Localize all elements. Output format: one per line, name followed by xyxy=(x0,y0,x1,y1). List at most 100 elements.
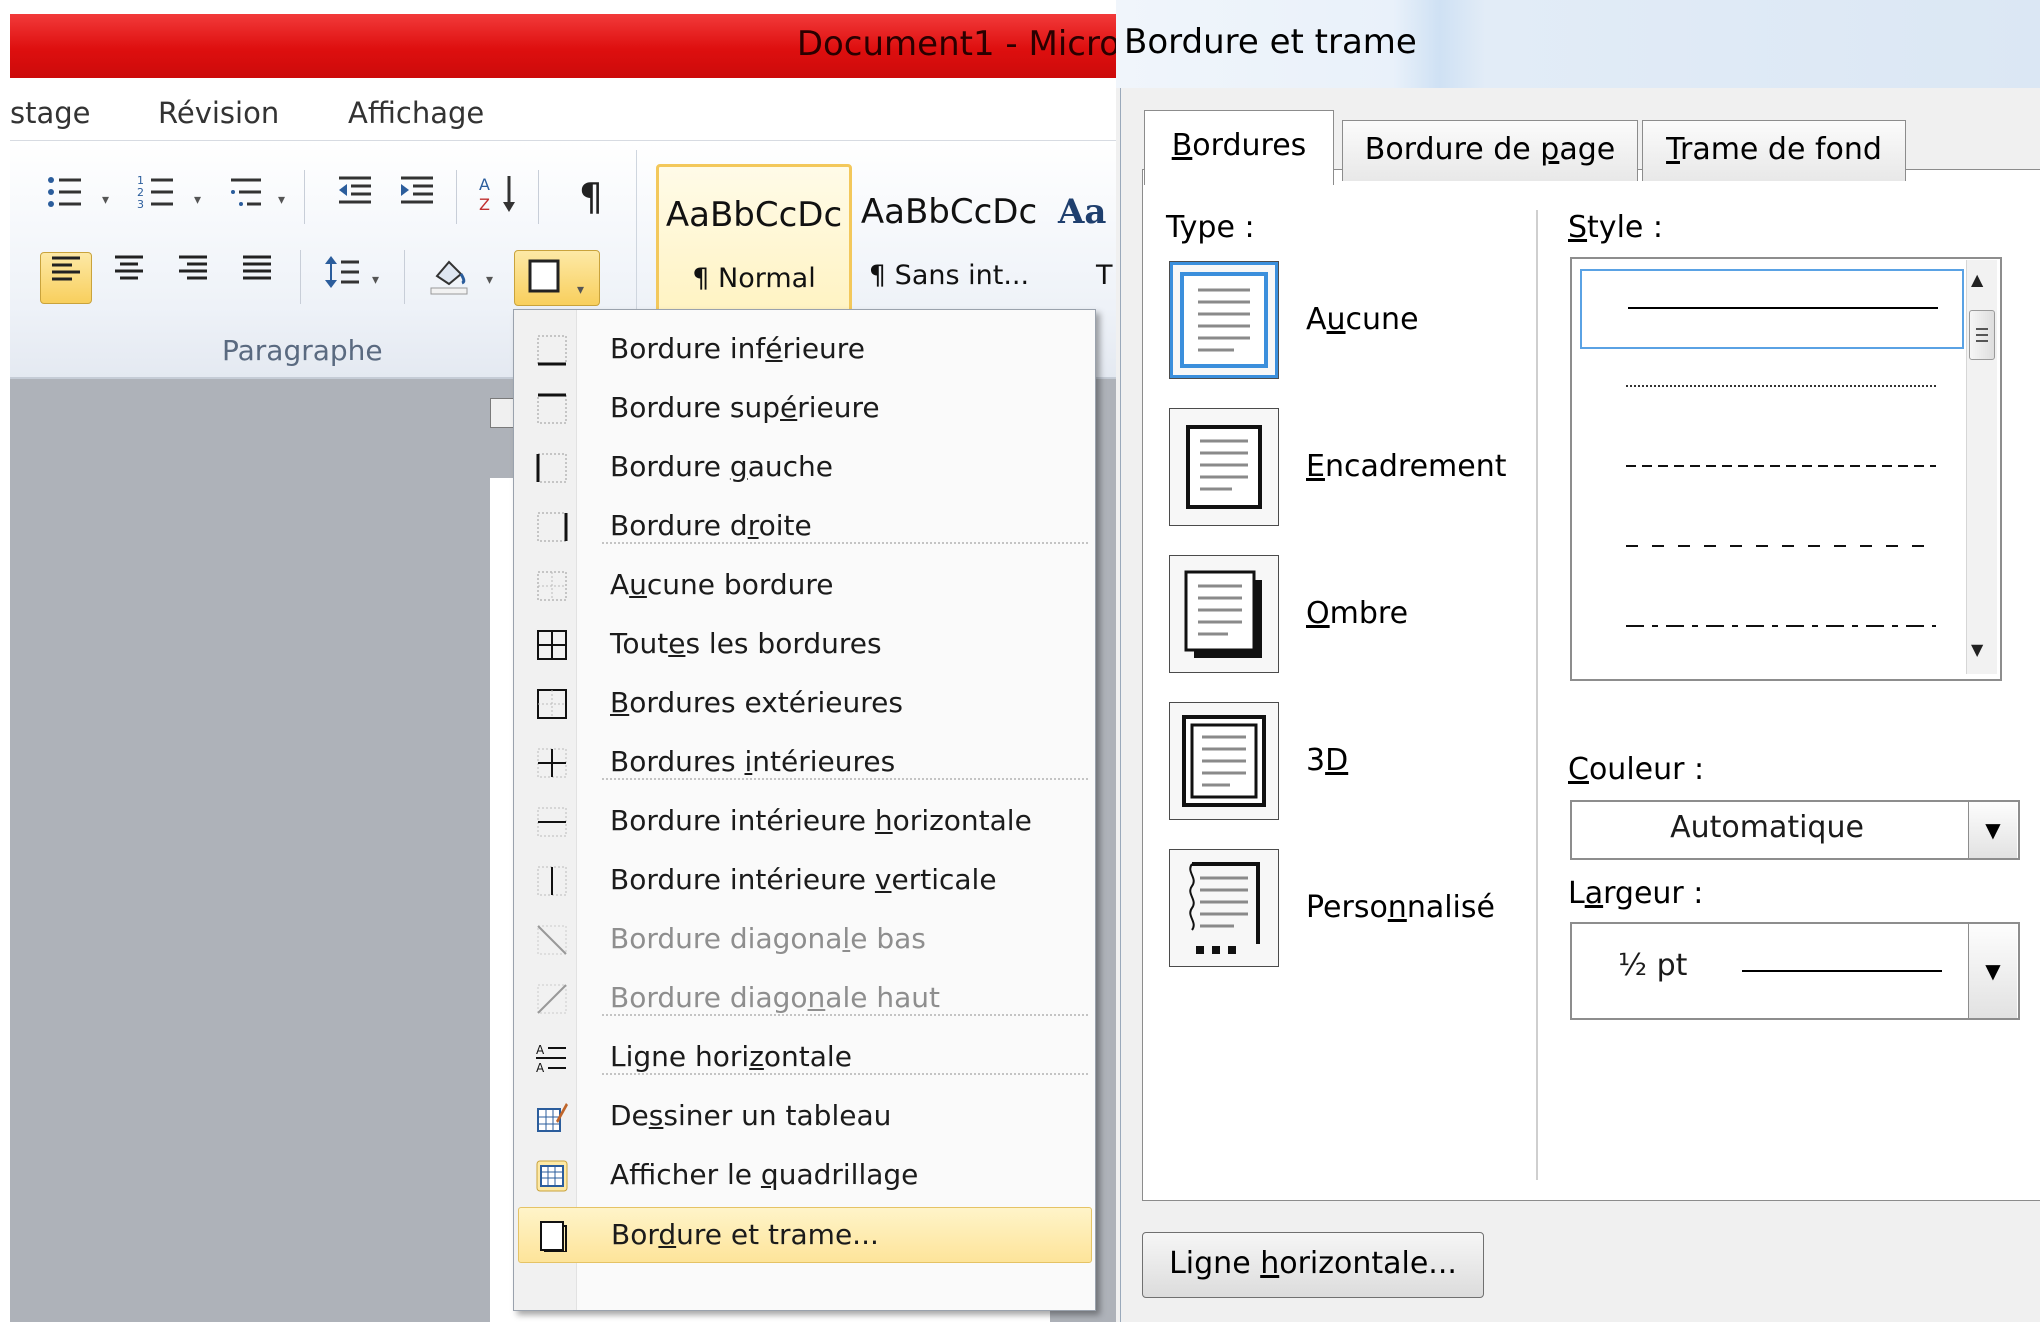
menu-item[interactable]: Bordure supérieure xyxy=(518,381,1090,435)
multilevel-dropdown-icon[interactable]: ▾ xyxy=(278,192,285,208)
type-aucune-label[interactable]: Aucune xyxy=(1306,302,1419,337)
ruler-tab-selector[interactable] xyxy=(490,398,514,428)
style-listbox[interactable] xyxy=(1570,257,2002,681)
menu-item-label: Aucune bordure xyxy=(610,568,834,601)
align-center-icon[interactable] xyxy=(104,252,154,302)
menu-item-label: Bordure diagonale haut xyxy=(610,981,940,1014)
type-3d-icon[interactable] xyxy=(1169,702,1279,820)
sort-icon[interactable]: AZ xyxy=(476,172,526,222)
style-label: Style : xyxy=(1568,210,1663,245)
numbering-icon[interactable]: 123 xyxy=(132,172,182,222)
color-dropdown-icon[interactable]: ▼ xyxy=(1968,802,2017,858)
line-spacing-dropdown-icon[interactable]: ▾ xyxy=(372,272,379,288)
bullets-dropdown-icon[interactable]: ▾ xyxy=(102,192,109,208)
color-select[interactable]: Automatique ▼ xyxy=(1570,800,2020,860)
type-3d-label[interactable]: 3D xyxy=(1306,743,1348,778)
line-spacing-icon[interactable] xyxy=(318,252,368,302)
shading-icon[interactable] xyxy=(424,252,474,302)
menu-item-label: Afficher le quadrillage xyxy=(610,1158,919,1191)
align-right-icon[interactable] xyxy=(168,252,218,302)
type-aucune-icon[interactable] xyxy=(1169,261,1279,379)
menu-item-label: Bordures intérieures xyxy=(610,745,896,778)
horizontal-line-button[interactable]: Ligne horizontale... xyxy=(1142,1232,1484,1298)
line-sample xyxy=(1628,307,1938,309)
width-label: Largeur : xyxy=(1568,876,1704,911)
menu-item: Bordure diagonale bas xyxy=(518,912,1090,966)
toolbar-separator xyxy=(304,170,305,224)
width-value: ½ pt xyxy=(1618,948,1688,983)
word-window: Document1 - Micro stage Révision Afficha… xyxy=(0,0,1120,1322)
menu-item-label: Bordure droite xyxy=(610,509,812,542)
type-personnalise-icon[interactable] xyxy=(1169,849,1279,967)
line-sample xyxy=(1626,465,1936,467)
menu-item[interactable]: Aucune bordure xyxy=(518,558,1090,612)
line-sample xyxy=(1626,385,1936,387)
menu-item[interactable]: Bordure droite xyxy=(518,499,1090,553)
menu-item[interactable]: A A Ligne horizontale xyxy=(518,1030,1090,1084)
style-option-dotted[interactable] xyxy=(1580,349,1960,425)
style-name: ¶ Sans int... xyxy=(868,260,1030,291)
tab-mise-en-page[interactable]: stage xyxy=(10,96,91,130)
style-option-dash-dot[interactable] xyxy=(1580,589,1960,665)
type-encadrement-icon[interactable] xyxy=(1169,408,1279,526)
tab-revision[interactable]: Révision xyxy=(158,96,279,130)
scroll-up-icon[interactable]: ▲ xyxy=(1971,270,1983,289)
menu-item-label: Bordure supérieure xyxy=(610,391,880,424)
menu-item[interactable]: Bordure gauche xyxy=(518,440,1090,494)
menu-item[interactable]: Afficher le quadrillage xyxy=(518,1148,1090,1202)
style-option-solid[interactable] xyxy=(1580,269,1964,349)
panel-separator xyxy=(1536,210,1538,1180)
menu-item[interactable]: Bordures extérieures xyxy=(518,676,1090,730)
tab-bordure-de-page[interactable]: Bordure de page xyxy=(1342,120,1638,181)
window-title: Document1 - Micro xyxy=(796,24,1120,64)
increase-indent-icon[interactable] xyxy=(392,172,442,222)
menu-item[interactable]: Dessiner un tableau xyxy=(518,1089,1090,1143)
tab-trame-de-fond[interactable]: Trame de fond xyxy=(1642,120,1906,181)
svg-text:A: A xyxy=(479,175,490,194)
justify-icon[interactable] xyxy=(232,252,282,302)
multilevel-list-icon[interactable] xyxy=(222,172,272,222)
pilcrow-icon[interactable]: ¶ xyxy=(566,172,616,222)
width-select[interactable]: ½ pt ▼ xyxy=(1570,922,2020,1020)
border-top-icon xyxy=(536,393,568,425)
tab-bordures[interactable]: Bordures xyxy=(1144,110,1334,185)
type-ombre-label[interactable]: Ombre xyxy=(1306,596,1408,631)
style-sans-interligne[interactable]: AaBbCcDc ¶ Sans int... xyxy=(854,164,1044,310)
borders-dropdown-icon[interactable]: ▾ xyxy=(577,265,584,315)
numbering-dropdown-icon[interactable]: ▾ xyxy=(194,192,201,208)
tab-accel: T xyxy=(1666,132,1680,167)
borders-menu: Bordure inférieure Bordure supérieure Bord… xyxy=(513,309,1096,1311)
scroll-thumb[interactable] xyxy=(1969,310,1995,360)
width-dropdown-icon[interactable]: ▼ xyxy=(1968,924,2017,1018)
type-encadrement-label[interactable]: Encadrement xyxy=(1306,449,1507,484)
all-borders-icon xyxy=(536,629,568,661)
tab-label: rame de fond xyxy=(1679,132,1882,167)
align-left-icon[interactable] xyxy=(40,252,92,304)
scroll-down-icon[interactable]: ▼ xyxy=(1971,640,1983,659)
inside-vertical-border-icon xyxy=(536,865,568,897)
title-bar: Document1 - Micro xyxy=(10,14,1120,78)
inside-horizontal-border-icon xyxy=(536,806,568,838)
borders-button[interactable]: ▾ xyxy=(514,250,600,306)
style-option-dashed-large[interactable] xyxy=(1580,509,1960,585)
style-sample: AaBbCcDc xyxy=(665,195,843,235)
menu-item[interactable]: Bordures intérieures xyxy=(518,735,1090,789)
style-scrollbar[interactable]: ▲ ▼ xyxy=(1966,260,1997,674)
style-option-dashed-small[interactable] xyxy=(1580,429,1960,505)
menu-item[interactable]: Bordure inférieure xyxy=(518,322,1090,376)
line-sample xyxy=(1626,625,1936,627)
menu-item: Bordure diagonale haut xyxy=(518,971,1090,1025)
type-ombre-icon[interactable] xyxy=(1169,555,1279,673)
decrease-indent-icon[interactable] xyxy=(330,172,380,222)
menu-item[interactable]: Bordure intérieure verticale xyxy=(518,853,1090,907)
menu-item[interactable]: Toutes les bordures xyxy=(518,617,1090,671)
bullets-icon[interactable] xyxy=(40,172,90,222)
menu-item[interactable]: Bordure intérieure horizontale xyxy=(518,794,1090,848)
shading-dropdown-icon[interactable]: ▾ xyxy=(486,272,493,288)
style-title[interactable]: Aa T xyxy=(1052,164,1120,310)
menu-item[interactable]: Bordure et trame... xyxy=(518,1207,1092,1263)
tab-affichage[interactable]: Affichage xyxy=(348,96,484,130)
inside-borders-icon xyxy=(536,747,568,779)
style-normal[interactable]: AaBbCcDc ¶ Normal xyxy=(656,164,852,316)
type-personnalise-label[interactable]: Personnalisé xyxy=(1306,890,1495,925)
